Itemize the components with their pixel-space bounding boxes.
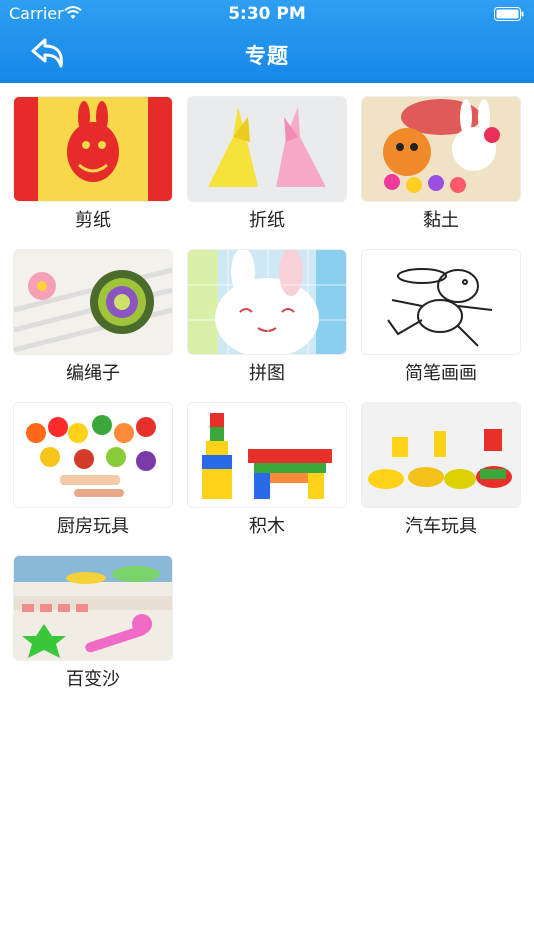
topic-tile-papercut[interactable]: 剪纸 <box>13 96 173 234</box>
topic-tile-magic-sand[interactable]: 百变沙 <box>13 555 173 693</box>
status-bar: Carrier 5:30 PM <box>0 0 534 28</box>
topic-label: 简笔画画 <box>405 363 477 384</box>
topic-label: 厨房玩具 <box>57 516 129 537</box>
topic-tile-braiding[interactable]: 编绳子 <box>13 249 173 387</box>
topic-label: 拼图 <box>249 363 285 384</box>
topic-thumbnail <box>13 555 173 661</box>
topic-thumbnail <box>361 249 521 355</box>
topic-label: 折纸 <box>249 210 285 231</box>
topic-thumbnail <box>361 402 521 508</box>
topic-tile-clay[interactable]: 黏土 <box>361 96 521 234</box>
topic-tile-origami[interactable]: 折纸 <box>187 96 347 234</box>
topic-label: 汽车玩具 <box>405 516 477 537</box>
topic-thumbnail <box>187 249 347 355</box>
topic-label: 剪纸 <box>75 210 111 231</box>
topic-tile-kitchen-toys[interactable]: 厨房玩具 <box>13 402 173 540</box>
navigation-bar: Carrier 5:30 PM 专题 <box>0 0 534 83</box>
topic-thumbnail <box>13 402 173 508</box>
topic-thumbnail <box>13 249 173 355</box>
topic-thumbnail <box>13 96 173 202</box>
topic-tile-drawing[interactable]: 简笔画画 <box>361 249 521 387</box>
topic-tile-puzzle[interactable]: 拼图 <box>187 249 347 387</box>
battery-icon <box>494 6 524 21</box>
topic-label: 积木 <box>249 516 285 537</box>
topic-tile-car-toys[interactable]: 汽车玩具 <box>361 402 521 540</box>
page-title: 专题 <box>245 44 289 68</box>
topic-thumbnail <box>187 402 347 508</box>
topic-label: 百变沙 <box>66 669 120 690</box>
topic-label: 黏土 <box>423 210 459 231</box>
clock-label: 5:30 PM <box>228 4 306 24</box>
topic-thumbnail <box>361 96 521 202</box>
topic-thumbnail <box>187 96 347 202</box>
topic-tile-blocks[interactable]: 积木 <box>187 402 347 540</box>
topic-label: 编绳子 <box>66 363 120 384</box>
